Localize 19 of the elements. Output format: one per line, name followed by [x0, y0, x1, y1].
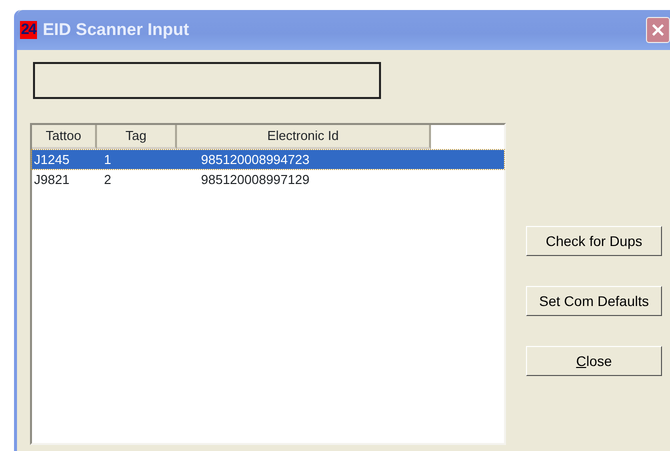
scan-input-field[interactable] [33, 62, 381, 99]
close-icon [651, 23, 665, 37]
list-cell-text: 985120008997129 [200, 171, 310, 189]
list-cell-text: 985120008994723 [200, 151, 310, 169]
list-row[interactable]: J1245 1 985120008994723 [32, 150, 504, 169]
dialog-button[interactable]: Check for Dups [526, 226, 662, 256]
list-row[interactable]: J9821 2 985120008997129 [32, 170, 504, 189]
dialog-button[interactable]: Close [526, 346, 662, 376]
app-icon: 24 [20, 21, 37, 39]
column-header[interactable]: Electronic Id [177, 125, 431, 149]
list-cell-text: J9821 [33, 171, 70, 189]
column-header[interactable]: Tag [97, 125, 177, 149]
dialog-button[interactable]: Set Com Defaults [526, 286, 662, 316]
list-cell-text: 2 [103, 171, 112, 189]
window-title: EID Scanner Input [42, 19, 190, 42]
close-button[interactable] [646, 17, 670, 43]
column-header[interactable]: Tattoo [32, 125, 97, 149]
list-cell-text: 1 [103, 151, 112, 169]
list-cell-text: J1245 [33, 151, 70, 169]
